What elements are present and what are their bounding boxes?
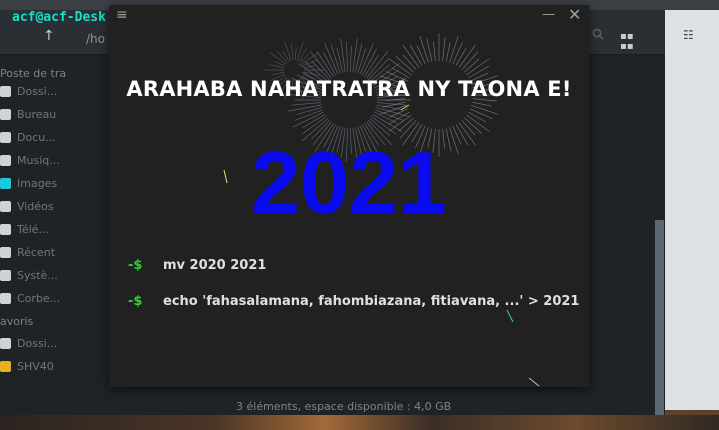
sidebar-item-label: Docu... (17, 130, 56, 144)
terminal-titlebar[interactable]: ≡ — ✕ (109, 5, 589, 27)
year-text: 2021 (251, 133, 447, 232)
scrollbar[interactable] (655, 220, 664, 426)
sidebar-item-label: Images (17, 176, 58, 190)
prompt: -$ (128, 294, 143, 309)
sidebar-item[interactable]: Corbe... (0, 289, 60, 307)
command-line: -$ echo 'fahasalamana, fahombiazana, fiti… (128, 294, 579, 309)
sidebar-item[interactable]: SHV40 (0, 357, 54, 375)
camera-icon (0, 177, 11, 189)
sidebar-item[interactable]: Images (0, 174, 57, 192)
document-icon (0, 131, 11, 143)
sidebar-item-label: Corbe... (17, 291, 61, 305)
sidebar-item[interactable]: Dossi... (0, 82, 57, 100)
warning-icon (0, 360, 11, 372)
folder-icon (0, 108, 11, 120)
terminal-window[interactable]: ≡ — ✕ ARAHABA NAHATRATRA NY TAONA E! 202… (109, 5, 589, 387)
sidebar-item[interactable]: Vidéos (0, 197, 54, 215)
sidebar-item-label: Bureau (17, 107, 57, 121)
sidebar-item-label: Récent (17, 245, 56, 259)
wallpaper-strip (0, 415, 719, 430)
close-icon[interactable]: ✕ (568, 5, 581, 24)
sidebar-item[interactable]: Télé... (0, 220, 49, 238)
sidebar: Poste de tra Dossi... Bureau Docu... Mus… (0, 64, 110, 404)
command-text: echo 'fahasalamana, fahombiazana, fitiav… (163, 294, 580, 309)
right-panel: ☷ (665, 10, 719, 410)
sidebar-item-label: Télé... (17, 222, 49, 236)
greeting-text: ARAHABA NAHATRATRA NY TAONA E! (126, 77, 572, 101)
sidebar-item-label: Dossi... (17, 336, 58, 350)
home-icon (0, 337, 11, 349)
command-text: mv 2020 2021 (163, 258, 267, 273)
clock-icon (0, 246, 11, 258)
status-text: 3 éléments, espace disponible : 4,0 GB (236, 400, 452, 413)
sidebar-item-label: Musiq... (17, 153, 60, 167)
sidebar-header-favorites: avoris (0, 314, 34, 328)
menu-icon[interactable]: ≡ (116, 7, 128, 23)
video-icon (0, 200, 11, 212)
file-manager-title: acf@acf-Desk (12, 10, 106, 25)
list-view-icon[interactable]: ☷ (683, 28, 694, 42)
sidebar-item-label: Vidéos (17, 199, 54, 213)
sidebar-item[interactable]: Bureau (0, 105, 56, 123)
command-line: -$ mv 2020 2021 (128, 258, 266, 273)
path-bar[interactable]: /ho (86, 32, 105, 46)
sidebar-header-places: Poste de tra (0, 66, 67, 80)
minimize-icon[interactable]: — (542, 7, 555, 22)
music-icon (0, 154, 11, 166)
search-icon[interactable] (592, 28, 604, 40)
sidebar-item[interactable]: Docu... (0, 128, 56, 146)
sidebar-item-label: SHV40 (17, 359, 54, 373)
system-icon (0, 269, 11, 281)
prompt: -$ (128, 258, 143, 273)
sidebar-item-label: Dossi... (17, 84, 58, 98)
sidebar-item-label: Systè... (17, 268, 58, 282)
sidebar-item[interactable]: Musiq... (0, 151, 60, 169)
sidebar-item[interactable]: Systè... (0, 266, 58, 284)
grid-view-icon[interactable]: ▪▪ ▪▪ (620, 32, 634, 52)
download-icon (0, 223, 11, 235)
trash-icon (0, 292, 11, 304)
home-icon (0, 85, 11, 97)
sidebar-item[interactable]: Dossi... (0, 334, 57, 352)
sidebar-item[interactable]: Récent (0, 243, 55, 261)
up-arrow-icon[interactable]: ↑ (43, 28, 55, 44)
